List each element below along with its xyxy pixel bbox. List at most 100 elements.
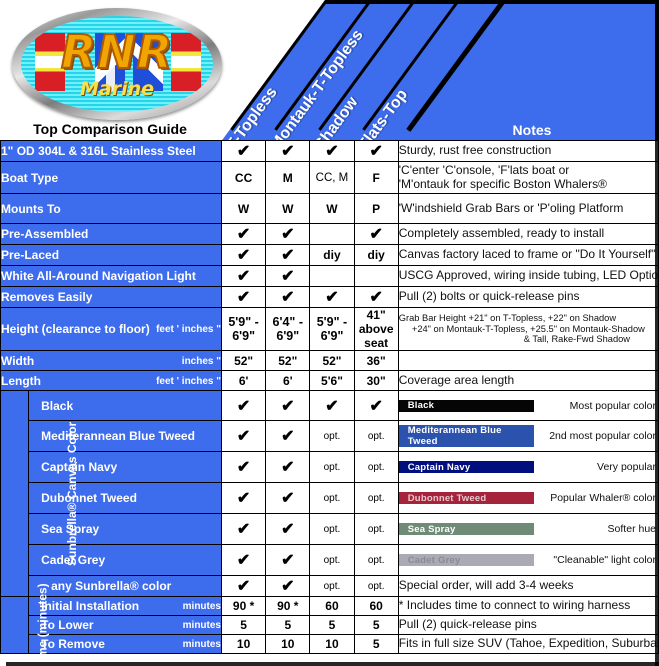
row-label-text: Length [1,373,41,388]
header-top-border [325,0,659,4]
comparison-guide-page: RNR Marine Top Comparison Guide T-Toples… [0,0,659,666]
cell-value: ✔ [220,244,267,266]
cell-note: * Includes time to connect to wiring har… [397,596,659,616]
cell-note: Sturdy, rust free construction [397,140,659,162]
group-label-time: Time (minutes) [0,583,50,666]
row-label: any Sunbrella® color [28,575,222,597]
color-swatch-cadet-grey: Cadet Grey [398,554,534,566]
table-row: Pre-Assembled ✔ ✔ ✔ Completely assembled… [0,223,659,245]
row-label-text: any Sunbrella® color [51,579,172,593]
comparison-table: 1" OD 304L & 316L Stainless Steel ✔ ✔ ✔ … [0,140,659,666]
row-label: Removes Easily [0,286,222,308]
cell-value: W [220,193,267,224]
cell-value: ✔ [220,451,267,483]
cell-value: ✔ [220,544,267,576]
cell-note: 2nd most popular color [549,430,656,442]
page-header: RNR Marine Top Comparison Guide T-Toples… [0,0,659,143]
cell-value: ✔ [265,265,311,287]
row-label: White All-Around Navigation Light [0,265,222,287]
row-label: Sea Spray [28,513,222,545]
table-row-canvas-color: any Sunbrella® color ✔ ✔ opt. opt. Speci… [1,575,659,597]
cell-value: 5'6" [309,370,355,391]
cell-value: ✔ [220,286,267,308]
cell-value: ✔ [353,140,399,162]
group-label-text: Sunbrella® Canvas Color [65,421,80,567]
page-shadow [6,662,659,666]
row-label: Mediterannean Blue Tweed [28,420,222,452]
cell-value: 5'9" - 6'9" [309,307,355,351]
cell-note: Canvas factory laced to frame or "Do It … [397,244,659,266]
cell-value: 5 [265,615,311,635]
color-swatch-mediterannean-blue-tweed: Mediterannean Blue Tweed [398,425,534,447]
cell-note-swatch: Sea Spray Softer hue [397,513,659,545]
row-label-text: Mounts To [1,201,61,216]
cell-value: diy [353,244,399,266]
table-row-time: Time (minutes) minutes Initial Installat… [0,583,659,666]
cell-value: ✔ [220,513,267,545]
cell-value: ✔ [265,420,311,452]
table-row: inches " Width 52" 52" 52" 36" [0,350,659,371]
cell-value: 5 [220,615,267,635]
cell-note: "Cleanable" light color [553,554,656,566]
cell-value: 5'9" - 6'9" [220,307,267,351]
cell-note-swatch: Cadet Grey "Cleanable" light color [397,544,659,576]
row-label: minutes Initial Installation [28,596,222,616]
row-label-text: 1" OD 304L & 316L Stainless Steel [1,144,196,158]
table-row: Mounts To W W W P 'W'indshield Grab Bars… [0,193,659,224]
cell-note: 'C'enter 'C'onsole, 'F'lats boat or 'M'o… [397,161,659,194]
cell-value: ✔ [265,244,311,266]
cell-value: ✔ [220,482,267,514]
column-header-notes: Notes [512,122,552,138]
cell-note: Pull (2) quick-release pins [397,615,659,635]
cell-value: F [353,161,399,194]
cell-value: opt. [309,544,355,576]
table-row-canvas-color: Captain Navy ✔ ✔ opt. opt. Captain Navy … [1,451,659,483]
page-shadow [655,4,659,666]
row-label: feet ' inches " Length [0,370,222,391]
cell-value: ✔ [265,451,311,483]
row-label: inches " Width [0,350,222,371]
cell-value: 90 * [220,596,267,616]
cell-value: ✔ [353,223,399,245]
logo-inner-face: RNR Marine [21,16,213,112]
row-label: Dubonnet Tweed [28,482,222,514]
cell-value: CC [220,161,267,194]
cell-value: ✔ [353,390,399,421]
row-label: minutes To Lower [28,615,222,635]
cell-value: ✔ [220,575,267,597]
cell-value: ✔ [220,223,267,245]
row-unit: feet ' inches " [156,375,221,387]
table-row-time: minutes To Lower 5 5 5 5 Pull (2) quick-… [1,615,659,635]
row-label-text: Width [1,353,35,368]
cell-value: 30" [353,370,399,391]
cell-value: 6' [220,370,267,391]
cell-value: ✔ [309,286,355,308]
cell-note: Popular Whaler® color [550,492,656,504]
cell-value: 90 * [265,596,311,616]
cell-note: Fits in full size SUV (Tahoe, Expedition… [397,634,659,654]
cell-note: Grab Bar Height +21" on T-Topless, +22" … [397,307,659,351]
cell-value: ✔ [265,482,311,514]
color-swatch-dubonnet-tweed: Dubonnet Tweed [398,492,534,504]
row-label-text: Pre-Laced [1,248,60,262]
cell-value: 10 [220,634,267,654]
color-swatch-sea-spray: Sea Spray [398,523,534,535]
cell-note: 'W'indshield Grab Bars or 'P'oling Platf… [397,193,659,224]
cell-value [353,265,399,287]
row-label-text: Initial Installation [41,599,140,613]
table-row-canvas-color: Dubonnet Tweed ✔ ✔ opt. opt. Dubonnet Tw… [1,482,659,514]
cell-note-swatch: Black Most popular color [397,390,659,421]
cell-value: 5 [353,615,399,635]
row-label-text: Black [41,398,74,413]
table-row: Removes Easily ✔ ✔ ✔ ✔ Pull (2) bolts or… [0,286,659,308]
table-row-canvas-color: Sunbrella® Canvas Color Black ✔ ✔ ✔ ✔ Bl… [0,390,659,597]
row-label-text: Pre-Assembled [1,227,89,241]
cell-note: Pull (2) bolts or quick-release pins [397,286,659,308]
cell-note: Coverage area length [397,370,659,391]
logo-wordmark: RNR [60,25,174,79]
group-label-canvas-color: Sunbrella® Canvas Color [0,390,79,597]
cell-value: ✔ [265,140,311,162]
cell-value: 60 [353,596,399,616]
cell-note [397,350,659,371]
cell-value: opt. [353,420,399,452]
